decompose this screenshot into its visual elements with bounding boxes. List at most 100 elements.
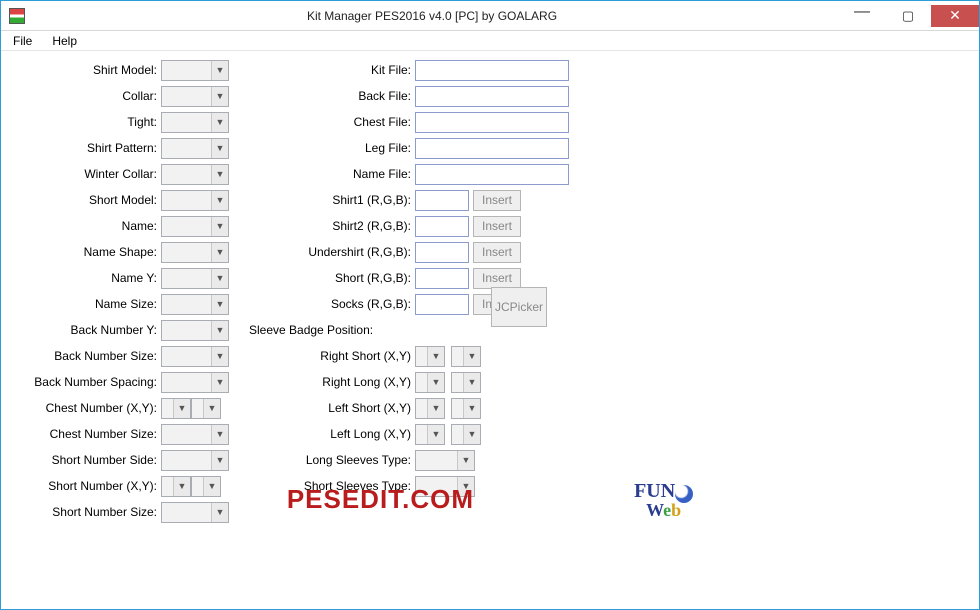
chevron-down-icon: ▼ bbox=[211, 373, 228, 392]
select-chest-number-size[interactable]: ▼ bbox=[161, 424, 229, 445]
select-name[interactable]: ▼ bbox=[161, 216, 229, 237]
chevron-down-icon: ▼ bbox=[203, 399, 220, 418]
maximize-button[interactable]: ▢ bbox=[885, 5, 931, 27]
insert-short-button[interactable]: Insert bbox=[473, 268, 521, 289]
chevron-down-icon: ▼ bbox=[211, 191, 228, 210]
chevron-down-icon: ▼ bbox=[211, 113, 228, 132]
select-left-short-x[interactable]: ▼ bbox=[415, 398, 445, 419]
input-short-rgb[interactable] bbox=[415, 268, 469, 289]
select-left-short-y[interactable]: ▼ bbox=[451, 398, 481, 419]
select-back-number-y[interactable]: ▼ bbox=[161, 320, 229, 341]
jcpicker-button[interactable]: JCPicker bbox=[491, 287, 547, 327]
label-chest-number-size: Chest Number Size: bbox=[1, 427, 161, 441]
label-long-sleeves: Long Sleeves Type: bbox=[237, 453, 415, 467]
label-name: Name: bbox=[1, 219, 161, 233]
input-shirt1-rgb[interactable] bbox=[415, 190, 469, 211]
chevron-down-icon: ▼ bbox=[211, 451, 228, 470]
menu-file[interactable]: File bbox=[5, 32, 40, 50]
label-back-number-y: Back Number Y: bbox=[1, 323, 161, 337]
chevron-down-icon: ▼ bbox=[211, 295, 228, 314]
select-shirt-model[interactable]: ▼ bbox=[161, 60, 229, 81]
chevron-down-icon: ▼ bbox=[211, 425, 228, 444]
select-right-long-x[interactable]: ▼ bbox=[415, 372, 445, 393]
chevron-down-icon: ▼ bbox=[211, 321, 228, 340]
select-short-model[interactable]: ▼ bbox=[161, 190, 229, 211]
chevron-down-icon: ▼ bbox=[463, 399, 480, 418]
select-left-long-x[interactable]: ▼ bbox=[415, 424, 445, 445]
select-winter-collar[interactable]: ▼ bbox=[161, 164, 229, 185]
label-shirt-pattern: Shirt Pattern: bbox=[1, 141, 161, 155]
insert-shirt2-button[interactable]: Insert bbox=[473, 216, 521, 237]
select-right-short-y[interactable]: ▼ bbox=[451, 346, 481, 367]
label-name-file: Name File: bbox=[237, 167, 415, 181]
chevron-down-icon: ▼ bbox=[211, 269, 228, 288]
chevron-down-icon: ▼ bbox=[427, 373, 444, 392]
label-left-short-xy: Left Short (X,Y) bbox=[237, 401, 415, 415]
label-winter-collar: Winter Collar: bbox=[1, 167, 161, 181]
menu-help[interactable]: Help bbox=[44, 32, 85, 50]
pesedit-logo: PESEDIT.COM bbox=[287, 484, 474, 515]
chevron-down-icon: ▼ bbox=[211, 243, 228, 262]
chevron-down-icon: ▼ bbox=[457, 451, 474, 470]
chevron-down-icon: ▼ bbox=[211, 61, 228, 80]
chevron-down-icon: ▼ bbox=[463, 347, 480, 366]
select-short-number-side[interactable]: ▼ bbox=[161, 450, 229, 471]
chevron-down-icon: ▼ bbox=[211, 87, 228, 106]
select-collar[interactable]: ▼ bbox=[161, 86, 229, 107]
chevron-down-icon: ▼ bbox=[211, 139, 228, 158]
label-right-short-xy: Right Short (X,Y) bbox=[237, 349, 415, 363]
footer: PESEDIT.COM FUN Web bbox=[1, 483, 979, 517]
label-shirt1-rgb: Shirt1 (R,G,B): bbox=[237, 193, 415, 207]
input-undershirt-rgb[interactable] bbox=[415, 242, 469, 263]
app-icon bbox=[9, 8, 25, 24]
select-back-number-spacing[interactable]: ▼ bbox=[161, 372, 229, 393]
chevron-down-icon: ▼ bbox=[211, 347, 228, 366]
label-socks-rgb: Socks (R,G,B): bbox=[237, 297, 415, 311]
label-leg-file: Leg File: bbox=[237, 141, 415, 155]
minimize-button[interactable]: — bbox=[839, 5, 885, 27]
input-name-file[interactable] bbox=[415, 164, 569, 185]
input-kit-file[interactable] bbox=[415, 60, 569, 81]
select-name-shape[interactable]: ▼ bbox=[161, 242, 229, 263]
select-left-long-y[interactable]: ▼ bbox=[451, 424, 481, 445]
input-chest-file[interactable] bbox=[415, 112, 569, 133]
label-back-file: Back File: bbox=[237, 89, 415, 103]
select-long-sleeves[interactable]: ▼ bbox=[415, 450, 475, 471]
select-name-size[interactable]: ▼ bbox=[161, 294, 229, 315]
select-name-y[interactable]: ▼ bbox=[161, 268, 229, 289]
label-short-rgb: Short (R,G,B): bbox=[237, 271, 415, 285]
select-tight[interactable]: ▼ bbox=[161, 112, 229, 133]
select-back-number-size[interactable]: ▼ bbox=[161, 346, 229, 367]
select-right-long-y[interactable]: ▼ bbox=[451, 372, 481, 393]
insert-undershirt-button[interactable]: Insert bbox=[473, 242, 521, 263]
select-shirt-pattern[interactable]: ▼ bbox=[161, 138, 229, 159]
select-right-short-x[interactable]: ▼ bbox=[415, 346, 445, 367]
insert-shirt1-button[interactable]: Insert bbox=[473, 190, 521, 211]
titlebar: Kit Manager PES2016 v4.0 [PC] by GOALARG… bbox=[1, 1, 979, 31]
chevron-down-icon: ▼ bbox=[173, 399, 190, 418]
label-shirt-model: Shirt Model: bbox=[1, 63, 161, 77]
label-chest-file: Chest File: bbox=[237, 115, 415, 129]
select-chest-number-y[interactable]: ▼ bbox=[191, 398, 221, 419]
label-collar: Collar: bbox=[1, 89, 161, 103]
label-name-size: Name Size: bbox=[1, 297, 161, 311]
chevron-down-icon: ▼ bbox=[427, 347, 444, 366]
label-shirt2-rgb: Shirt2 (R,G,B): bbox=[237, 219, 415, 233]
label-short-model: Short Model: bbox=[1, 193, 161, 207]
label-left-long-xy: Left Long (X,Y) bbox=[237, 427, 415, 441]
input-back-file[interactable] bbox=[415, 86, 569, 107]
input-socks-rgb[interactable] bbox=[415, 294, 469, 315]
label-chest-number-xy: Chest Number (X,Y): bbox=[1, 401, 161, 415]
chevron-down-icon: ▼ bbox=[463, 425, 480, 444]
chevron-down-icon: ▼ bbox=[211, 165, 228, 184]
menubar: File Help bbox=[1, 31, 979, 51]
label-name-y: Name Y: bbox=[1, 271, 161, 285]
input-leg-file[interactable] bbox=[415, 138, 569, 159]
label-short-number-side: Short Number Side: bbox=[1, 453, 161, 467]
label-back-number-size: Back Number Size: bbox=[1, 349, 161, 363]
close-button[interactable]: ✕ bbox=[931, 5, 979, 27]
chevron-down-icon: ▼ bbox=[427, 399, 444, 418]
label-tight: Tight: bbox=[1, 115, 161, 129]
input-shirt2-rgb[interactable] bbox=[415, 216, 469, 237]
select-chest-number-x[interactable]: ▼ bbox=[161, 398, 191, 419]
